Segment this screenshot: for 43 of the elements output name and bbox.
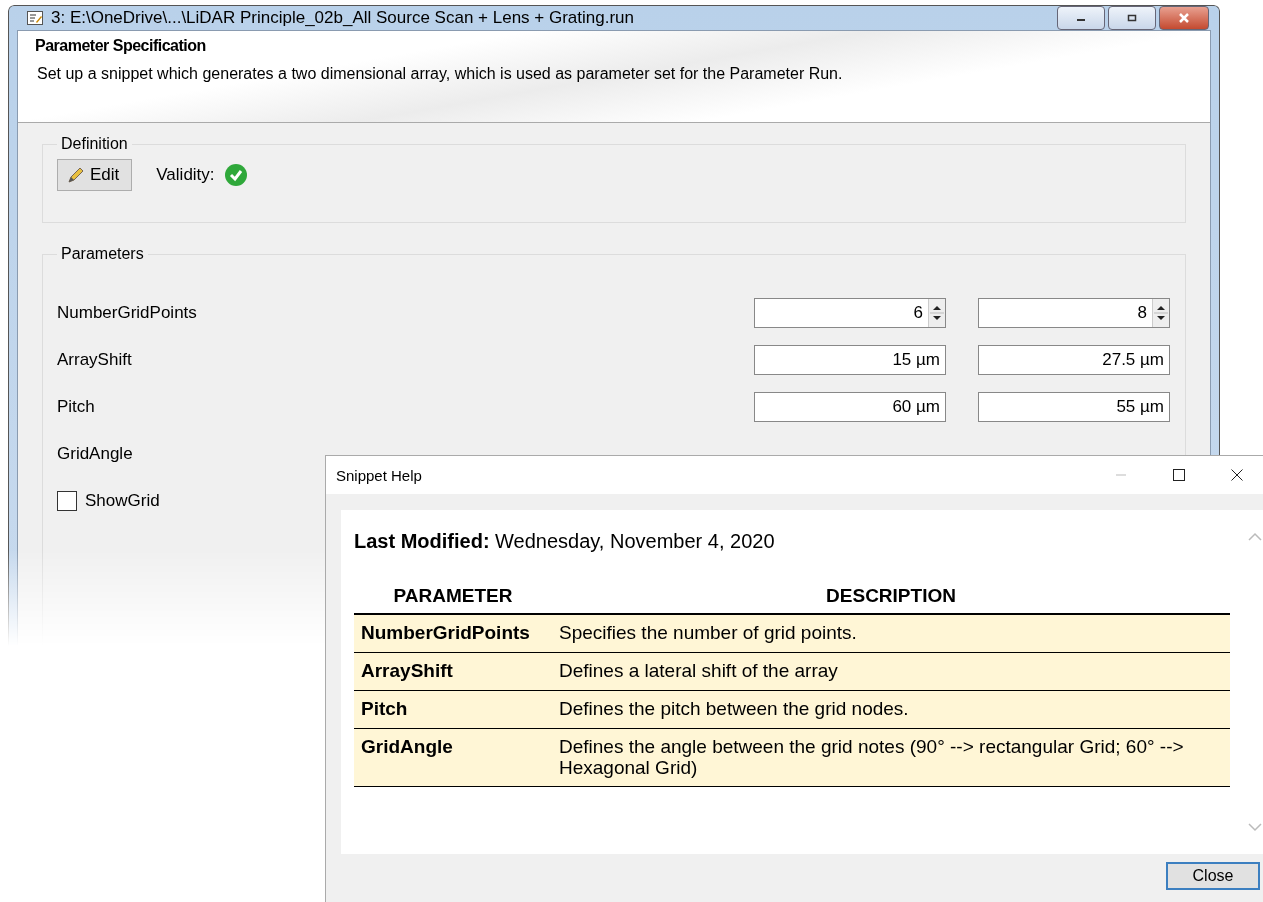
table-cell: ArrayShift <box>354 652 552 691</box>
pencil-icon <box>66 165 86 185</box>
table-cell: Defines a lateral shift of the array <box>552 652 1230 691</box>
maximize-button[interactable] <box>1108 6 1156 30</box>
spin-arrows-icon[interactable] <box>1152 298 1169 327</box>
input-field[interactable]: 27.5 µm <box>978 344 1170 375</box>
checkbox-label: ShowGrid <box>85 490 160 511</box>
group-label: Parameters <box>60 245 145 263</box>
maximize-icon <box>1173 469 1185 481</box>
table-cell: NumberGridPoints <box>354 614 552 653</box>
close-icon <box>1178 13 1190 23</box>
minimize-button[interactable] <box>1057 6 1105 30</box>
header-description: Set up a snippet which generates a two dimensional array, which is used as parameter set for the Parameter Run. <box>37 65 844 83</box>
spinner-field[interactable]: 6 <box>754 297 946 328</box>
column-header: PARAMETER <box>354 579 552 614</box>
close-icon <box>1231 469 1243 481</box>
column-header: DESCRIPTION <box>552 579 1230 614</box>
group-label: Definition <box>60 135 129 153</box>
maximize-icon <box>1127 14 1137 22</box>
last-modified-text: Last Modified: Wednesday, November 4, 2020 <box>354 530 776 553</box>
table-cell: Pitch <box>354 690 552 729</box>
close-dialog-button[interactable]: Close <box>1166 862 1260 890</box>
close-button[interactable] <box>1159 6 1209 30</box>
edit-button[interactable]: Edit <box>57 159 133 191</box>
parameter-label: GridAngle <box>57 443 134 464</box>
table-cell: GridAngle <box>354 728 552 787</box>
parameter-label: ArrayShift <box>57 349 133 370</box>
table-cell: Specifies the number of grid points. <box>552 614 1230 653</box>
validity-label: Validity: <box>156 165 215 185</box>
table-cell: Defines the pitch between the grid nodes. <box>552 690 1230 729</box>
window-title: 3: E:\OneDrive\...\LiDAR Principle_02b_All Source Scan + Lens + Grating.run <box>51 8 636 28</box>
dialog-title: Snippet Help <box>336 466 423 484</box>
form-icon <box>27 11 43 25</box>
input-field[interactable]: 60 µm <box>754 391 946 422</box>
header-title: Parameter Specification <box>35 37 207 55</box>
table-cell: Defines the angle between the grid notes (90° --> rectangular Grid; 60° --> Hexagonal Grid) <box>552 728 1230 787</box>
parameter-label: Pitch <box>57 396 96 417</box>
spinner-field[interactable]: 8 <box>978 297 1170 328</box>
input-field[interactable]: 55 µm <box>978 391 1170 422</box>
input-field[interactable]: 15 µm <box>754 344 946 375</box>
spin-arrows-icon[interactable] <box>928 298 945 327</box>
parameter-label: NumberGridPoints <box>57 302 198 323</box>
checkbox[interactable] <box>57 490 77 511</box>
